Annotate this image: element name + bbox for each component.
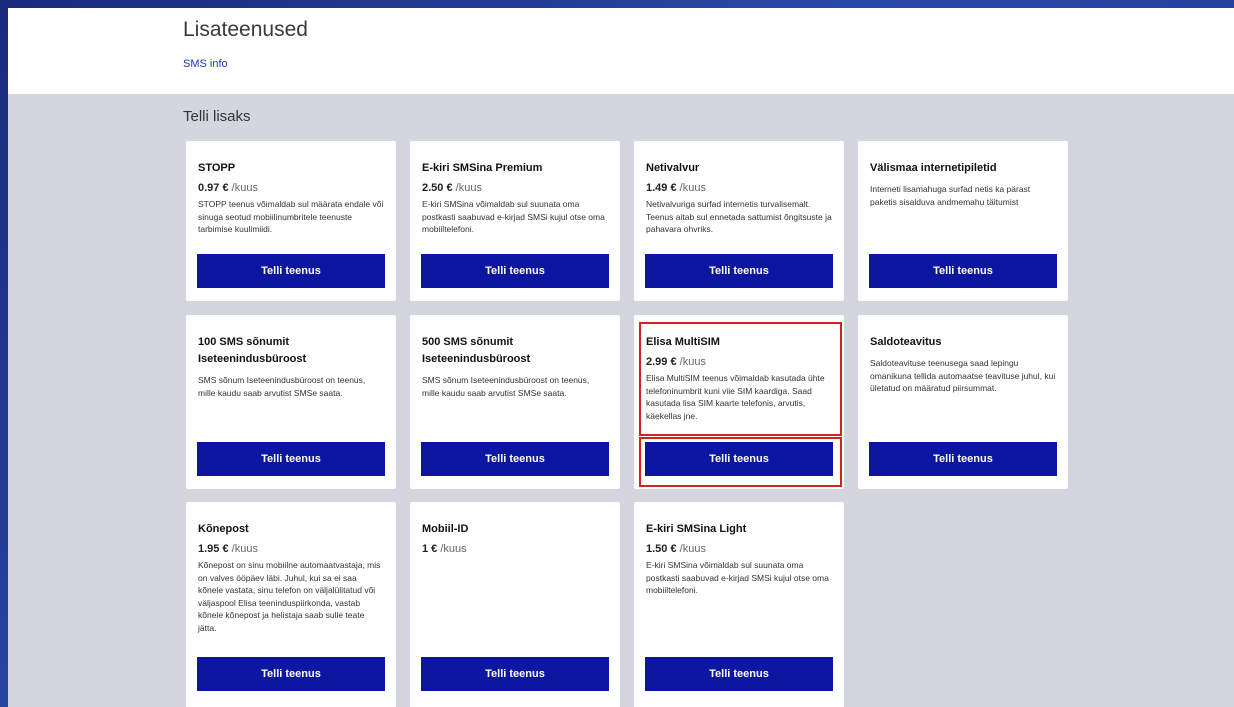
section-title: Telli lisaks [183,108,251,125]
order-service-button[interactable]: Telli teenus [645,442,833,476]
card-description: SMS sõnum Iseteenindusbüroost on teenus,… [422,375,590,398]
service-card-mobiil-id: Mobiil-ID 1 € /kuus Telli teenus [410,502,620,707]
card-title: Elisa MultiSIM [646,336,720,348]
card-title: Saldoteavitus [870,336,942,348]
card-price: 2.50 € /kuus [422,182,482,194]
card-price: 0.97 € /kuus [198,182,258,194]
card-title: Netivalvur [646,162,700,174]
card-title: STOPP [198,162,236,174]
sms-info-link[interactable]: SMS info [183,58,228,70]
order-service-button[interactable]: Telli teenus [197,442,385,476]
card-description: E-kiri SMSina võimaldab sul suunata oma … [646,560,829,596]
card-description: E-kiri SMSina võimaldab sul suunata oma … [422,199,605,235]
card-description: STOPP teenus võimaldab sul määrata endal… [198,199,384,235]
card-title: Kõnepost [198,523,249,535]
page-title: Lisateenused [183,18,308,41]
order-service-button[interactable]: Telli teenus [421,657,609,691]
card-title: 500 SMS sõnumit Iseteenindusbüroost [422,336,531,365]
card-price: 1 € /kuus [422,543,467,555]
service-card-netivalvur: Netivalvur 1.49 € /kuus Netivalvuriga su… [634,141,844,301]
page-header: Lisateenused SMS info [8,8,1234,94]
card-description: Interneti lisamahuga surfad netis ka pär… [870,184,1031,207]
card-title: 100 SMS sõnumit Iseteenindusbüroost [198,336,307,365]
service-card-stopp: STOPP 0.97 € /kuus STOPP teenus võimalda… [186,141,396,301]
browser-viewport: Lisateenused SMS info Telli lisaks STOPP… [8,8,1234,707]
card-price: 1.95 € /kuus [198,543,258,555]
order-service-button[interactable]: Telli teenus [421,442,609,476]
card-description: Elisa MultiSIM teenus võimaldab kasutada… [646,373,825,421]
order-service-button[interactable]: Telli teenus [421,254,609,288]
service-card-saldoteavitus: Saldoteavitus Saldoteavituse teenusega s… [858,315,1068,489]
service-card-500-sms: 500 SMS sõnumit Iseteenindusbüroost SMS … [410,315,620,489]
service-card-ekiri-light: E-kiri SMSina Light 1.50 € /kuus E-kiri … [634,502,844,707]
card-title: Välismaa internetipiletid [870,162,997,174]
order-service-button[interactable]: Telli teenus [869,442,1057,476]
card-description: Netivalvuriga surfad internetis turvalis… [646,199,832,235]
order-service-button[interactable]: Telli teenus [869,254,1057,288]
card-title: Mobiil-ID [422,523,469,535]
service-card-elisa-multisim: Elisa MultiSIM 2.99 € /kuus Elisa MultiS… [634,315,844,489]
order-service-button[interactable]: Telli teenus [645,657,833,691]
card-description: Saldoteavituse teenusega saad lepingu om… [870,358,1056,394]
card-price: 1.49 € /kuus [646,182,706,194]
service-card-valismaa-internet: Välismaa internetipiletid Interneti lisa… [858,141,1068,301]
card-title: E-kiri SMSina Light [646,523,747,535]
card-description: SMS sõnum Iseteenindusbüroost on teenus,… [198,375,366,398]
card-title: E-kiri SMSina Premium [422,162,543,174]
service-card-ekiri-premium: E-kiri SMSina Premium 2.50 € /kuus E-kir… [410,141,620,301]
card-price: 2.99 € /kuus [646,356,706,368]
card-description: Kõnepost on sinu mobiilne automaatvastaj… [198,560,381,633]
card-price: 1.50 € /kuus [646,543,706,555]
order-service-button[interactable]: Telli teenus [197,254,385,288]
order-service-button[interactable]: Telli teenus [645,254,833,288]
order-service-button[interactable]: Telli teenus [197,657,385,691]
service-card-100-sms: 100 SMS sõnumit Iseteenindusbüroost SMS … [186,315,396,489]
service-card-konepost: Kõnepost 1.95 € /kuus Kõnepost on sinu m… [186,502,396,707]
